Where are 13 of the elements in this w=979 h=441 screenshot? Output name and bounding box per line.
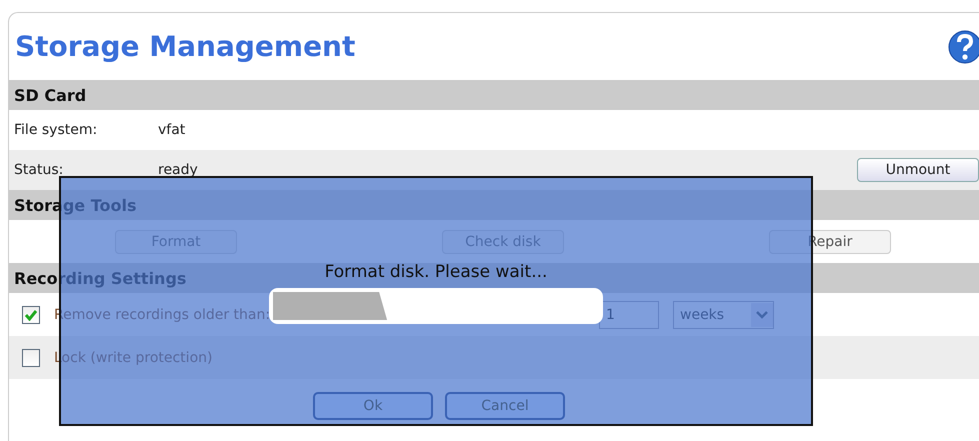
- section-header: SD Card: [9, 80, 979, 110]
- help-icon[interactable]: [948, 30, 979, 64]
- field-value: vfat: [158, 122, 186, 138]
- page-title: Storage Management: [15, 30, 356, 63]
- dialog-button[interactable]: Ok: [313, 392, 433, 420]
- checkbox[interactable]: [22, 306, 40, 324]
- field-label: Status:: [14, 162, 64, 178]
- dialog-message: Format disk. Please wait...: [324, 262, 548, 282]
- dialog-button[interactable]: Cancel: [445, 392, 565, 420]
- field-value: ready: [158, 162, 199, 178]
- field-label: File system:: [14, 122, 98, 138]
- unmount-button[interactable]: Unmount: [857, 158, 979, 182]
- checkbox[interactable]: [22, 348, 40, 366]
